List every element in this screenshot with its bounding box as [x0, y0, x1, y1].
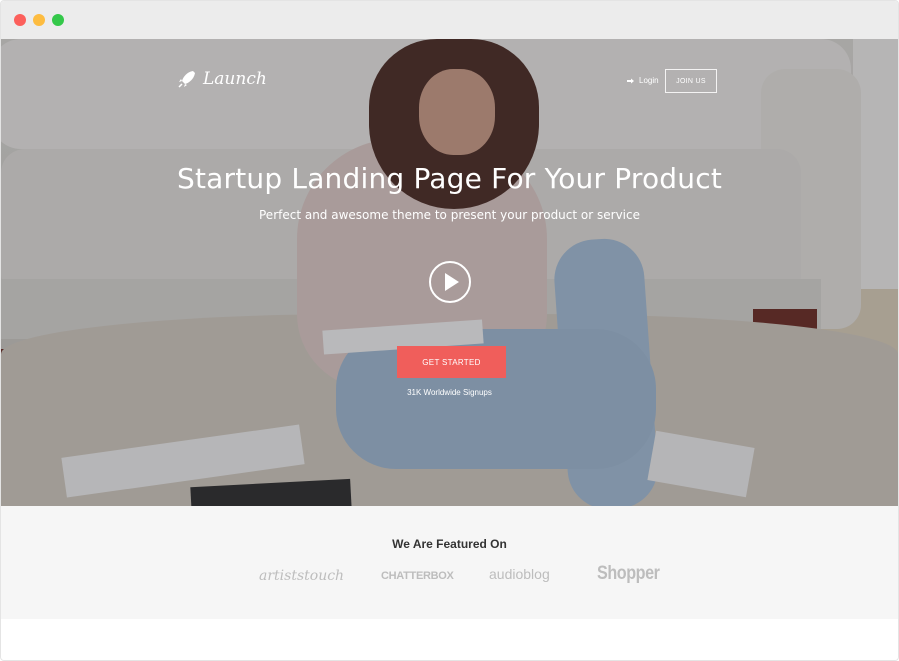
close-window-button[interactable]: [14, 14, 26, 26]
play-icon: [445, 273, 459, 291]
page-bottom-area: [1, 619, 898, 660]
signups-count: 31K Worldwide Signups: [407, 388, 492, 397]
sign-in-icon: [627, 78, 634, 83]
logo-text: Launch: [203, 69, 267, 89]
brand-logo-artiststouch: artiststouch: [259, 568, 345, 584]
featured-title: We Are Featured On: [392, 537, 507, 551]
login-link[interactable]: Login: [627, 76, 659, 85]
featured-section: We Are Featured On artiststouch CHATTERB…: [1, 506, 898, 619]
maximize-window-button[interactable]: [52, 14, 64, 26]
brand-logo[interactable]: Launch: [177, 69, 267, 89]
get-started-button[interactable]: GET STARTED: [397, 346, 506, 378]
brand-logo-audioblog: audioblog: [489, 566, 550, 582]
browser-window: Launch Login JOIN US Startup Landing Pag…: [0, 0, 899, 661]
brand-logo-chatterbox: CHATTERBOX: [381, 570, 454, 582]
rocket-icon: [178, 71, 195, 88]
hero-subheadline: Perfect and awesome theme to present you…: [259, 208, 640, 222]
play-video-button[interactable]: [429, 261, 471, 303]
window-titlebar: [1, 1, 898, 39]
minimize-window-button[interactable]: [33, 14, 45, 26]
hero-headline: Startup Landing Page For Your Product: [176, 162, 723, 195]
login-label: Login: [639, 76, 659, 85]
join-us-button[interactable]: JOIN US: [665, 69, 717, 93]
hero-section: Launch Login JOIN US Startup Landing Pag…: [1, 39, 898, 506]
brand-logo-shopper: Shopper: [597, 563, 660, 584]
